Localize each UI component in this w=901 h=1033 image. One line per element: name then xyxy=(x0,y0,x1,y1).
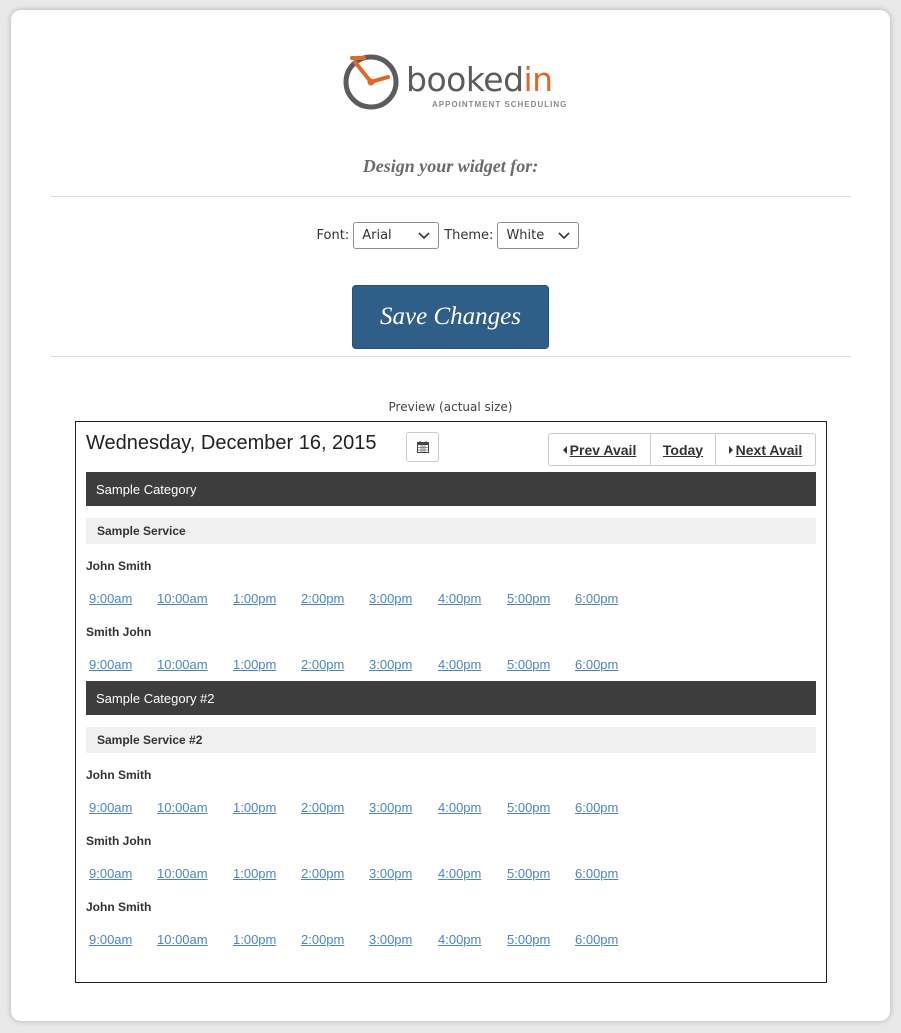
logo-tagline: APPOINTMENT SCHEDULING xyxy=(432,100,568,109)
theme-select[interactable]: White xyxy=(497,222,580,249)
time-slot-link[interactable]: 10:00am xyxy=(157,866,208,881)
time-slot-link[interactable]: 1:00pm xyxy=(233,932,276,947)
calendar-icon xyxy=(416,441,429,453)
caret-right-icon xyxy=(728,445,733,454)
font-label: Font: xyxy=(316,228,350,243)
time-slot-link[interactable]: 3:00pm xyxy=(369,591,412,606)
font-select[interactable]: Arial xyxy=(353,222,440,249)
theme-label: Theme: xyxy=(444,228,494,243)
today-button[interactable]: Today xyxy=(650,434,715,465)
prev-avail-button[interactable]: Prev Avail xyxy=(549,434,650,465)
time-slot-link[interactable]: 4:00pm xyxy=(438,866,481,881)
time-slot-link[interactable]: 2:00pm xyxy=(301,657,344,672)
chevron-down-icon xyxy=(418,231,430,239)
time-slot-link[interactable]: 4:00pm xyxy=(438,932,481,947)
service-header: Sample Service #2 xyxy=(86,727,816,753)
staff-name: Smith John xyxy=(86,834,152,848)
save-changes-button[interactable]: Save Changes xyxy=(352,285,549,349)
theme-select-value: White xyxy=(506,228,545,243)
time-slot-link[interactable]: 2:00pm xyxy=(301,591,344,606)
time-slot-link[interactable]: 3:00pm xyxy=(369,932,412,947)
time-slot-link[interactable]: 9:00am xyxy=(89,866,132,881)
booking-widget-preview: Wednesday, December 16, 2015 Prev Avail … xyxy=(75,421,827,983)
time-slot-link[interactable]: 2:00pm xyxy=(301,800,344,815)
time-slot-link[interactable]: 3:00pm xyxy=(369,866,412,881)
time-slot-link[interactable]: 9:00am xyxy=(89,932,132,947)
time-slot-link[interactable]: 4:00pm xyxy=(438,657,481,672)
time-slot-link[interactable]: 5:00pm xyxy=(507,800,550,815)
widget-options: Font: Arial Theme: White xyxy=(0,221,901,250)
time-slot-link[interactable]: 6:00pm xyxy=(575,657,618,672)
staff-name: Smith John xyxy=(86,625,152,639)
today-label: Today xyxy=(662,441,704,458)
availability-nav: Prev Avail Today Next Avail xyxy=(548,433,816,466)
time-slot-link[interactable]: 2:00pm xyxy=(301,866,344,881)
time-slot-link[interactable]: 6:00pm xyxy=(575,866,618,881)
selected-date: Wednesday, December 16, 2015 xyxy=(86,432,377,454)
design-heading: Design your widget for: xyxy=(362,156,539,176)
time-slot-link[interactable]: 3:00pm xyxy=(369,657,412,672)
time-slot-link[interactable]: 5:00pm xyxy=(507,932,550,947)
category-header: Sample Category #2 xyxy=(86,681,816,715)
divider xyxy=(51,196,851,197)
time-slot-link[interactable]: 4:00pm xyxy=(438,591,481,606)
time-slot-link[interactable]: 3:00pm xyxy=(369,800,412,815)
service-header: Sample Service xyxy=(86,518,816,544)
time-slot-link[interactable]: 10:00am xyxy=(157,800,208,815)
time-slot-link[interactable]: 1:00pm xyxy=(233,866,276,881)
font-select-value: Arial xyxy=(362,228,392,243)
divider xyxy=(51,356,851,357)
next-avail-button[interactable]: Next Avail xyxy=(715,434,815,465)
time-slot-link[interactable]: 9:00am xyxy=(89,591,132,606)
calendar-button[interactable] xyxy=(406,432,439,462)
chevron-down-icon xyxy=(558,231,571,239)
time-slot-link[interactable]: 1:00pm xyxy=(233,591,276,606)
time-slot-link[interactable]: 4:00pm xyxy=(438,800,481,815)
time-slot-link[interactable]: 5:00pm xyxy=(507,866,550,881)
staff-name: John Smith xyxy=(86,768,152,782)
time-slot-row: 9:00am 10:00am 1:00pm 2:00pm 3:00pm 4:00pm 5:0… xyxy=(76,657,676,673)
time-slot-row: 9:00am 10:00am 1:00pm 2:00pm 3:00pm 4:00pm 5:0… xyxy=(76,932,676,948)
time-slot-row: 9:00am 10:00am 1:00pm 2:00pm 3:00pm 4:00pm 5:0… xyxy=(76,800,676,816)
time-slot-row: 9:00am 10:00am 1:00pm 2:00pm 3:00pm 4:00pm 5:0… xyxy=(76,591,676,607)
time-slot-link[interactable]: 5:00pm xyxy=(507,657,550,672)
time-slot-link[interactable]: 10:00am xyxy=(157,932,208,947)
time-slot-link[interactable]: 6:00pm xyxy=(575,591,618,606)
caret-left-icon xyxy=(562,445,567,454)
prev-avail-label: Prev Avail xyxy=(569,441,637,458)
preview-label: Preview (actual size) xyxy=(388,400,513,414)
time-slot-link[interactable]: 2:00pm xyxy=(301,932,344,947)
logo-wordmark: bookedin xyxy=(406,60,553,99)
category-header: Sample Category xyxy=(86,472,816,506)
time-slot-link[interactable]: 6:00pm xyxy=(575,800,618,815)
time-slot-link[interactable]: 6:00pm xyxy=(575,932,618,947)
time-slot-link[interactable]: 10:00am xyxy=(157,657,208,672)
time-slot-link[interactable]: 5:00pm xyxy=(507,591,550,606)
bookedin-logo: bookedin APPOINTMENT SCHEDULING xyxy=(342,52,566,114)
time-slot-link[interactable]: 10:00am xyxy=(157,591,208,606)
time-slot-row: 9:00am 10:00am 1:00pm 2:00pm 3:00pm 4:00pm 5:0… xyxy=(76,866,676,882)
time-slot-link[interactable]: 1:00pm xyxy=(233,800,276,815)
time-slot-link[interactable]: 9:00am xyxy=(89,657,132,672)
staff-name: John Smith xyxy=(86,559,152,573)
staff-name: John Smith xyxy=(86,900,152,914)
time-slot-link[interactable]: 1:00pm xyxy=(233,657,276,672)
time-slot-link[interactable]: 9:00am xyxy=(89,800,132,815)
clock-icon xyxy=(343,54,399,110)
next-avail-label: Next Avail xyxy=(735,441,803,458)
